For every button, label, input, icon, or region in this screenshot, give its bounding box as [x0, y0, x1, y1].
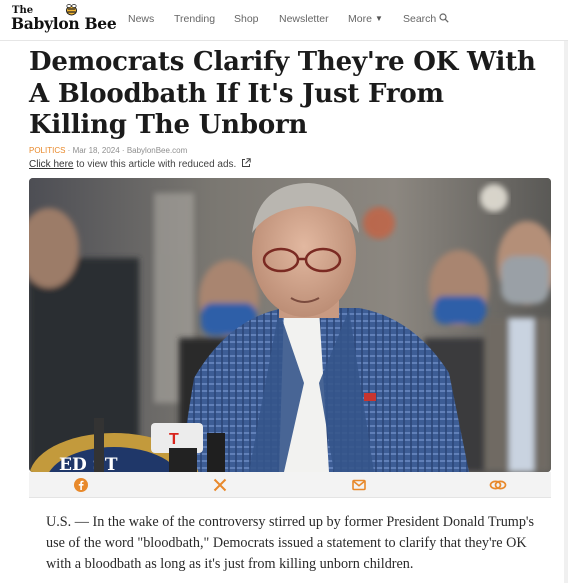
scrollbar-track[interactable]	[564, 41, 568, 583]
article-meta: POLITICS · Mar 18, 2024 · BabylonBee.com	[29, 146, 187, 155]
share-bar	[29, 472, 551, 498]
link-icon[interactable]	[489, 477, 507, 493]
nav-search[interactable]: Search	[403, 13, 449, 25]
podium-seal-text: ED ST	[59, 455, 118, 472]
caret-down-icon: ▼	[374, 14, 383, 23]
nav-more[interactable]: More ▼	[348, 13, 383, 25]
reduced-ads-link[interactable]: Click here	[29, 159, 73, 170]
hero-image: ED ST T	[29, 178, 551, 472]
nav-search-label: Search	[403, 13, 437, 25]
nav-news[interactable]: News	[128, 13, 154, 25]
email-icon[interactable]	[351, 477, 367, 493]
nav-newsletter[interactable]: Newsletter	[279, 13, 329, 25]
x-icon[interactable]	[212, 477, 228, 493]
nav-shop[interactable]: Shop	[234, 13, 259, 25]
reduced-ads-text: to view this article with reduced ads.	[73, 159, 237, 170]
article-date-source: · Mar 18, 2024 · BabylonBee.com	[65, 146, 188, 155]
article-headline: Democrats Clarify They're OK With A Bloo…	[29, 47, 536, 140]
reduced-ads-notice: Click here to view this article with red…	[29, 158, 252, 170]
nav-more-label: More	[348, 13, 372, 25]
logo-name: Babylon Bee	[11, 14, 117, 33]
nav-trending[interactable]: Trending	[174, 13, 215, 25]
external-link-icon[interactable]	[241, 158, 252, 168]
facebook-icon[interactable]	[73, 477, 89, 493]
search-icon	[439, 13, 449, 23]
site-header: The Babylon Bee News Trending Shop Newsl…	[0, 0, 568, 41]
svg-text:T: T	[169, 431, 179, 448]
article-body: U.S. — In the wake of the controversy st…	[46, 514, 535, 572]
article-category[interactable]: POLITICS	[29, 146, 65, 155]
babylon-bee-logo[interactable]: The Babylon Bee	[11, 4, 117, 36]
